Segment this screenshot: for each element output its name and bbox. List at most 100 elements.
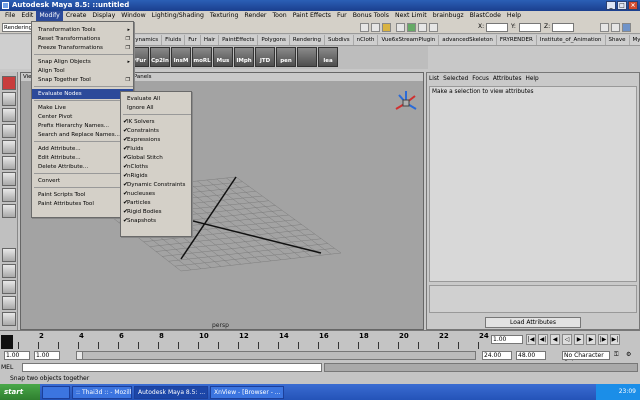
view-cube-icon[interactable] xyxy=(393,89,419,117)
menu-create[interactable]: Create xyxy=(63,11,90,21)
shelf-button-icon[interactable]: lea xyxy=(318,47,338,67)
attr-menu-help[interactable]: Help xyxy=(525,75,538,84)
go-to-end-icon[interactable]: ▶| xyxy=(610,334,620,345)
menu-texturing[interactable]: Texturing xyxy=(207,11,242,21)
shelf-button-icon[interactable] xyxy=(297,47,317,67)
menu-item-evaluate-nodes[interactable]: Evaluate Nodes▸ xyxy=(32,89,133,99)
shelf-button-icon[interactable]: pen xyxy=(276,47,296,67)
shelf-tab-fluids[interactable]: Fluids xyxy=(162,35,186,45)
attr-menu-attributes[interactable]: Attributes xyxy=(493,75,522,84)
menu-set-selector[interactable]: Rendering xyxy=(2,23,32,32)
menu-display[interactable]: Display xyxy=(89,11,118,21)
hypershade-layout-icon[interactable] xyxy=(2,312,16,326)
anim-start-field[interactable]: 1.00 xyxy=(4,351,30,360)
menu-edit[interactable]: Edit xyxy=(18,11,36,21)
range-slider-bar[interactable] xyxy=(76,351,476,360)
menu-next-limit[interactable]: Next Limit xyxy=(392,11,430,21)
shelf-tab-fryrender[interactable]: FRYRENDER xyxy=(497,35,537,45)
z-field[interactable] xyxy=(552,23,574,32)
channel-box-toggle-icon[interactable] xyxy=(600,23,609,32)
menu-bonus-tools[interactable]: Bonus Tools xyxy=(350,11,392,21)
step-back-frame-icon[interactable]: ◀ xyxy=(550,334,560,345)
attr-menu-focus[interactable]: Focus xyxy=(472,75,489,84)
shelf-tab-vue6xstreamplugin[interactable]: Vue6xStreamPlugin xyxy=(378,35,440,45)
taskbar-item-xnview[interactable]: XnView - [Browser - ... xyxy=(210,385,284,399)
menu-render[interactable]: Render xyxy=(241,11,269,21)
step-forward-key-icon[interactable]: |▶ xyxy=(598,334,608,345)
step-forward-frame-icon[interactable]: ▶ xyxy=(586,334,596,345)
ipr-render-icon[interactable] xyxy=(418,23,427,32)
anim-end-field[interactable]: 48.00 xyxy=(516,351,546,360)
menu-item-delete-attribute[interactable]: Delete Attribute... xyxy=(32,162,133,172)
panels-menu[interactable]: Panels xyxy=(134,74,152,80)
key-icon[interactable]: ⚿ xyxy=(614,351,619,359)
menu-item-snap-together-tool[interactable]: Snap Together Tool ❐ xyxy=(32,75,133,85)
paint-select-tool-icon[interactable] xyxy=(2,108,16,122)
render-icon[interactable] xyxy=(407,23,416,32)
quick-launch-icons[interactable] xyxy=(42,385,70,399)
shelf-tab-advancedskeleton[interactable]: advancedSkeleton xyxy=(439,35,497,45)
attr-menu-list[interactable]: List xyxy=(429,75,439,84)
option-box-icon[interactable]: ❐ xyxy=(126,43,130,53)
shelf-button-icon[interactable]: JTD xyxy=(255,47,275,67)
persp-outliner-layout-icon[interactable] xyxy=(2,280,16,294)
menu-help[interactable]: Help xyxy=(504,11,524,21)
single-perspective-layout-icon[interactable] xyxy=(2,248,16,262)
tool-settings-toggle-icon[interactable] xyxy=(622,23,631,32)
x-field[interactable] xyxy=(486,23,508,32)
time-slider[interactable]: 2 4 6 8 10 12 14 16 18 20 22 24 1.00 |◀ ◀| ◀ ◁ ▶ ▶ … xyxy=(0,330,640,349)
shelf-tab-subdivs[interactable]: Subdivs xyxy=(325,35,354,45)
shelf-tab-polygons[interactable]: Polygons xyxy=(258,35,290,45)
menu-brainbugz[interactable]: brainbugz xyxy=(430,11,467,21)
render-globals-icon[interactable] xyxy=(429,23,438,32)
select-tool-icon[interactable] xyxy=(2,76,16,90)
scale-tool-icon[interactable] xyxy=(2,156,16,170)
load-attributes-button[interactable]: Load Attributes xyxy=(485,317,581,328)
menu-item-freeze-transformations[interactable]: Freeze Transformations ❐ xyxy=(32,43,133,53)
menu-paint-effects[interactable]: Paint Effects xyxy=(290,11,334,21)
shelf-tab-ncloth[interactable]: nCloth xyxy=(354,35,379,45)
menu-item-paint-attributes-tool[interactable]: Paint Attributes Tool❐ xyxy=(32,199,133,209)
menu-file[interactable]: File xyxy=(2,11,18,21)
shelf-tab-shave[interactable]: Shave xyxy=(606,35,630,45)
menu-item-convert[interactable]: Convert▸ xyxy=(32,176,133,186)
four-view-layout-icon[interactable] xyxy=(2,264,16,278)
attribute-editor-toggle-icon[interactable] xyxy=(611,23,620,32)
shelf-button-icon[interactable]: Cp2In xyxy=(150,47,170,67)
maximize-button[interactable]: □ xyxy=(617,1,627,10)
command-input[interactable] xyxy=(22,363,322,372)
menu-lighting-shading[interactable]: Lighting/Shading xyxy=(149,11,207,21)
soft-mod-tool-icon[interactable] xyxy=(2,188,16,202)
persp-graph-layout-icon[interactable] xyxy=(2,296,16,310)
menu-window[interactable]: Window xyxy=(118,11,148,21)
menu-modify[interactable]: Modify xyxy=(36,11,63,21)
snap-point-icon[interactable] xyxy=(382,23,391,32)
rotate-tool-icon[interactable] xyxy=(2,140,16,154)
menu-item-snapshots[interactable]: ✔ Snapshots xyxy=(121,216,191,226)
character-set-selector[interactable]: No Character Set xyxy=(562,351,610,367)
shelf-button-icon[interactable]: moRL xyxy=(192,47,212,67)
playback-end-field[interactable]: 24.00 xyxy=(482,351,512,360)
start-button[interactable]: start xyxy=(0,384,40,400)
play-backward-icon[interactable]: ◁ xyxy=(562,334,572,345)
shelf-button-icon[interactable]: InsM xyxy=(171,47,191,67)
animation-prefs-icon[interactable]: ⚙ xyxy=(626,351,631,358)
last-tool-icon[interactable] xyxy=(2,204,16,218)
play-forward-icon[interactable]: ▶ xyxy=(574,334,584,345)
snap-curve-icon[interactable] xyxy=(371,23,380,32)
shelf-button-icon[interactable]: Mus xyxy=(213,47,233,67)
shelf-tab-hair[interactable]: Hair xyxy=(201,35,220,45)
minimize-button[interactable]: _ xyxy=(606,1,616,10)
step-back-key-icon[interactable]: ◀| xyxy=(538,334,548,345)
attr-menu-selected[interactable]: Selected xyxy=(443,75,468,84)
shelf-tab-myshelf[interactable]: MyShelf xyxy=(630,35,640,45)
go-to-start-icon[interactable]: |◀ xyxy=(526,334,536,345)
menu-item-search-and-replace-names[interactable]: Search and Replace Names... xyxy=(32,130,133,140)
manipulator-tool-icon[interactable] xyxy=(2,172,16,186)
option-box-icon[interactable]: ❐ xyxy=(126,75,130,85)
playback-start-field[interactable]: 1.00 xyxy=(34,351,60,360)
history-icon[interactable] xyxy=(396,23,405,32)
current-time-field[interactable]: 1.00 xyxy=(491,335,523,344)
mel-label[interactable]: MEL xyxy=(1,363,21,372)
move-tool-icon[interactable] xyxy=(2,124,16,138)
